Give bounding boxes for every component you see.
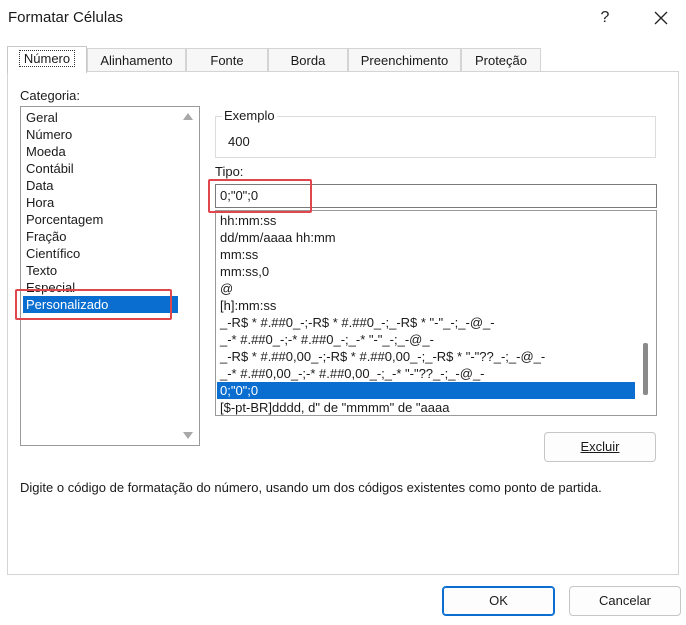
- format-item[interactable]: dd/mm/aaaa hh:mm: [220, 229, 336, 246]
- hint-text: Digite o código de formatação do número,…: [20, 480, 602, 495]
- window-title: Formatar Células: [8, 9, 124, 26]
- ok-button[interactable]: OK: [442, 586, 555, 616]
- tab-protecao[interactable]: Proteção: [461, 48, 541, 72]
- format-item[interactable]: _-R$ * #.##0,00_-;-R$ * #.##0,00_-;_-R$ …: [220, 348, 545, 365]
- scroll-up-arrow-icon[interactable]: [183, 113, 193, 120]
- format-item[interactable]: [h]:mm:ss: [220, 297, 276, 314]
- tab-borda[interactable]: Borda: [268, 48, 348, 72]
- help-button[interactable]: ?: [590, 6, 620, 30]
- categoria-item-contabil[interactable]: Contábil: [26, 160, 74, 177]
- tab-preenchimento[interactable]: Preenchimento: [348, 48, 461, 72]
- close-icon: [654, 11, 668, 25]
- categoria-item-cientifico[interactable]: Científico: [26, 245, 80, 262]
- exemplo-group: [215, 116, 656, 158]
- format-item[interactable]: _-R$ * #.##0_-;-R$ * #.##0_-;_-R$ * "-"_…: [220, 314, 495, 331]
- format-item[interactable]: mm:ss,0: [220, 263, 269, 280]
- format-item[interactable]: _-* #.##0_-;-* #.##0_-;_-* "-"_-;_-@_-: [220, 331, 434, 348]
- categoria-item-data[interactable]: Data: [26, 177, 53, 194]
- format-item[interactable]: hh:mm:ss: [220, 212, 276, 229]
- tab-alinhamento[interactable]: Alinhamento: [87, 48, 186, 72]
- format-item[interactable]: [$-pt-BR]dddd, d" de "mmmm" de "aaaa: [220, 399, 449, 415]
- categoria-label: Categoria:: [20, 88, 80, 103]
- format-item[interactable]: mm:ss: [220, 246, 258, 263]
- cancelar-button[interactable]: Cancelar: [569, 586, 681, 616]
- categoria-item-texto[interactable]: Texto: [26, 262, 57, 279]
- format-list-scrollbar[interactable]: [636, 211, 656, 415]
- tab-strip: Número Alinhamento Fonte Borda Preenchim…: [7, 46, 679, 73]
- categoria-item-numero[interactable]: Número: [26, 126, 72, 143]
- categoria-list[interactable]: Geral Número Moeda Contábil Data Hora Po…: [20, 106, 200, 446]
- excluir-button[interactable]: Excluir: [544, 432, 656, 462]
- categoria-item-moeda[interactable]: Moeda: [26, 143, 66, 160]
- format-item[interactable]: @: [220, 280, 233, 297]
- tab-numero-label: Número: [18, 50, 76, 67]
- tipo-format-list[interactable]: hh:mm:ss dd/mm/aaaa hh:mm mm:ss mm:ss,0 …: [215, 210, 657, 416]
- categoria-item-porcentagem[interactable]: Porcentagem: [26, 211, 103, 228]
- tab-numero[interactable]: Número: [7, 46, 87, 73]
- close-button[interactable]: [646, 6, 676, 30]
- highlight-tipo-input: [208, 179, 312, 213]
- excluir-button-label: Excluir: [580, 439, 620, 454]
- tab-fonte[interactable]: Fonte: [186, 48, 268, 72]
- categoria-item-geral[interactable]: Geral: [26, 109, 58, 126]
- format-item[interactable]: _-* #.##0,00_-;-* #.##0,00_-;_-* "-"??_-…: [220, 365, 485, 382]
- categoria-item-fracao[interactable]: Fração: [26, 228, 66, 245]
- exemplo-value: 400: [228, 134, 250, 149]
- tipo-label: Tipo:: [215, 164, 244, 179]
- scrollbar-thumb[interactable]: [643, 343, 648, 395]
- categoria-item-hora[interactable]: Hora: [26, 194, 54, 211]
- exemplo-label: Exemplo: [222, 108, 277, 123]
- scroll-down-arrow-icon[interactable]: [183, 432, 193, 439]
- format-item-selected[interactable]: 0;"0";0: [217, 382, 635, 399]
- highlight-personalizado: [15, 289, 172, 320]
- categoria-scrollbar[interactable]: [178, 107, 199, 445]
